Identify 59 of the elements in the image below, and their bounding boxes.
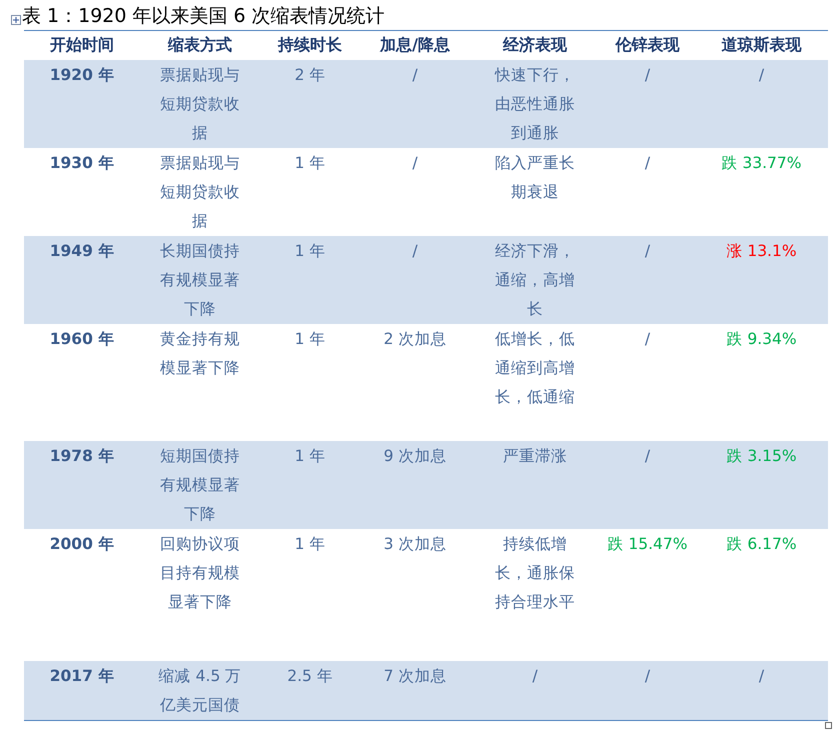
table-cell-text: / [412, 65, 418, 86]
table-cell-text: 1949 年 [50, 241, 114, 262]
table-cell-text: 黄金持有规模显著下降 [159, 329, 241, 379]
table-cell-text: / [644, 65, 650, 86]
column-header: 道琼斯表现 [695, 30, 828, 60]
table-cell-text: 陷入严重长期衰退 [494, 153, 576, 203]
table-cell-text: 2017 年 [50, 666, 114, 687]
table-cell-text: 1960 年 [50, 329, 114, 350]
column-header: 开始时间 [24, 30, 140, 60]
table-cell-text: / [412, 241, 418, 262]
table-cell-text: 跌 3.15% [726, 446, 797, 467]
table-caption: 表 1：1920 年以来美国 6 次缩表情况统计 [22, 4, 385, 28]
table-cell-text: 1978 年 [50, 446, 114, 467]
table-cell-text: 3 次加息 [384, 534, 446, 555]
table-cell-text: 跌 15.47% [607, 534, 688, 555]
table-cell-text: 短期国债持有规模显著下降 [159, 446, 241, 525]
column-header: 伦锌表现 [600, 30, 695, 60]
table-cell-text: / [644, 329, 650, 350]
table-cell-text: 1930 年 [50, 153, 114, 174]
table-cell-text: / [758, 666, 764, 687]
move-handle-icon[interactable] [11, 15, 21, 25]
table-cell-text: / [644, 241, 650, 262]
table-cell-text: / [532, 666, 538, 687]
table-cell-text: / [644, 666, 650, 687]
column-header: 持续时长 [260, 30, 360, 60]
table-cell-text: 2 次加息 [384, 329, 446, 350]
table-cell-text: 2.5 年 [287, 666, 333, 687]
table-cell-text: / [758, 65, 764, 86]
table-cell-text: 1 年 [294, 329, 326, 350]
column-header: 经济表现 [470, 30, 600, 60]
table-cell-text: / [644, 153, 650, 174]
table-cell-text: 长期国债持有规模显著下降 [159, 241, 241, 320]
column-header: 缩表方式 [140, 30, 260, 60]
table-cell-text: 缩减 4.5 万亿美元国债 [158, 666, 242, 716]
table-cell-text: 1 年 [294, 446, 326, 467]
table-cell-text: 票据贴现与短期贷款收据 [159, 153, 241, 232]
table-cell-text: / [644, 446, 650, 467]
table-cell-text: 1 年 [294, 153, 326, 174]
table-cell-text: 经济下滑，通缩，高增长 [494, 241, 576, 320]
table-cell-text: / [412, 153, 418, 174]
table-cell-text: 涨 13.1% [726, 241, 797, 262]
table-cell-text: 持续低增长，通胀保持合理水平 [494, 534, 576, 613]
table-cell-text: 1 年 [294, 534, 326, 555]
table-cell-text: 1 年 [294, 241, 326, 262]
table-cell-text: 低增长，低通缩到高增长，低通缩 [494, 329, 576, 408]
table-cell-text: 票据贴现与短期贷款收据 [159, 65, 241, 144]
table-cell-text: 2000 年 [50, 534, 114, 555]
resize-handle-icon[interactable] [825, 722, 832, 729]
table-cell-text: 回购协议项目持有规模显著下降 [159, 534, 241, 613]
table-cell-text: 7 次加息 [384, 666, 446, 687]
column-header: 加息/降息 [360, 30, 470, 60]
table-cell-text: 2 年 [294, 65, 326, 86]
table-cell-text: 跌 6.17% [726, 534, 797, 555]
table-cell-text: 严重滞涨 [503, 446, 567, 467]
table-cell-text: 跌 33.77% [721, 153, 802, 174]
table-cell-text: 9 次加息 [384, 446, 446, 467]
table-cell-text: 1920 年 [50, 65, 114, 86]
table-cell-text: 跌 9.34% [726, 329, 797, 350]
table-cell-text: 快速下行，由恶性通胀到通胀 [494, 65, 576, 144]
